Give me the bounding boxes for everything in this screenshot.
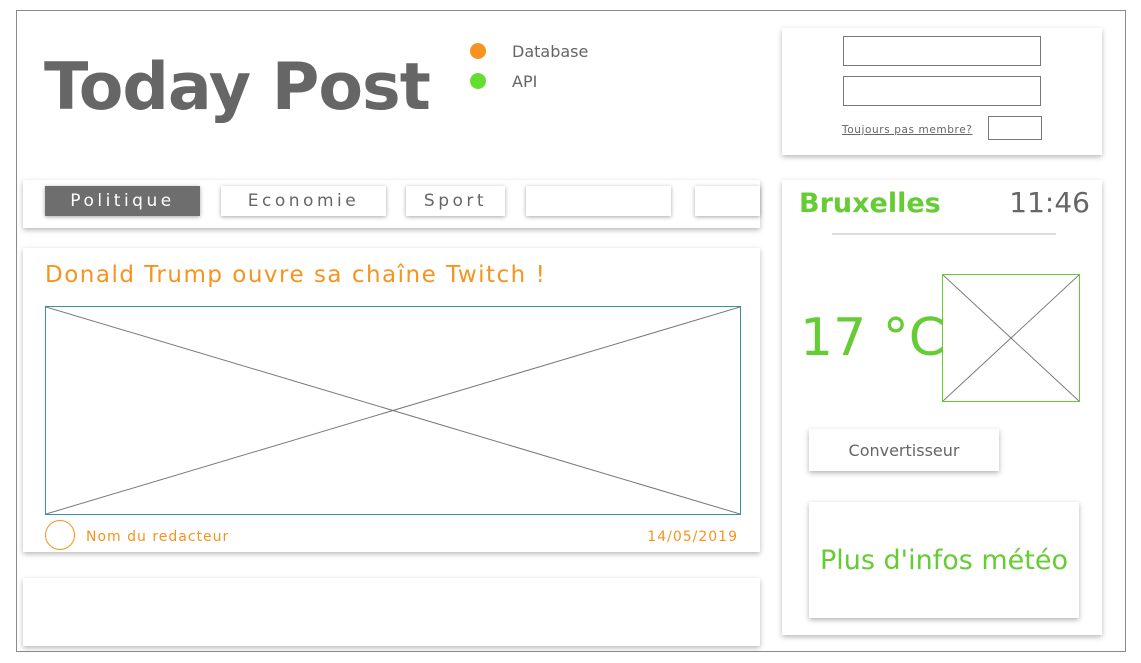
weather-divider: [832, 233, 1056, 235]
article-headline[interactable]: Donald Trump ouvre sa chaîne Twitch !: [45, 262, 546, 288]
article-card-next[interactable]: [23, 578, 760, 646]
status-api-label: API: [512, 71, 538, 91]
login-panel: Toujours pas membre?: [782, 28, 1102, 155]
weather-placeholder-icon: [942, 274, 1080, 402]
login-submit-button[interactable]: [988, 116, 1042, 140]
weather-icon-cross: [943, 275, 1079, 401]
database-status-dot-icon: [470, 43, 486, 59]
author-avatar: [45, 520, 75, 550]
password-field[interactable]: [843, 76, 1041, 106]
status-database: Database: [470, 36, 588, 66]
tab-sport[interactable]: Sport: [406, 186, 505, 216]
api-status-dot-icon: [470, 73, 486, 89]
status-api: API: [470, 66, 588, 96]
more-weather-button[interactable]: Plus d'infos météo: [809, 502, 1079, 618]
converter-button[interactable]: Convertisseur: [809, 429, 999, 471]
category-nav: Politique Economie Sport: [23, 180, 760, 228]
tab-politique[interactable]: Politique: [45, 186, 200, 216]
tab-empty-2[interactable]: [695, 186, 760, 216]
site-title: Today Post: [44, 50, 431, 125]
signup-link[interactable]: Toujours pas membre?: [842, 124, 972, 136]
image-placeholder-cross: [46, 307, 740, 514]
article-date: 14/05/2019: [647, 529, 738, 545]
weather-widget: Bruxelles 11:46 17 °C Convertisseur Plus…: [782, 180, 1102, 635]
weather-city: Bruxelles: [799, 188, 941, 219]
weather-temperature: 17 °C: [800, 308, 946, 368]
tab-empty-1[interactable]: [526, 186, 671, 216]
article-author: Nom du redacteur: [86, 529, 230, 545]
service-status-list: Database API: [470, 36, 588, 96]
username-field[interactable]: [843, 36, 1041, 66]
image-placeholder-icon: [45, 306, 741, 515]
weather-time: 11:46: [1009, 186, 1090, 219]
article-card[interactable]: Donald Trump ouvre sa chaîne Twitch ! No…: [23, 248, 760, 552]
status-database-label: Database: [512, 41, 589, 61]
tab-economie[interactable]: Economie: [221, 186, 386, 216]
